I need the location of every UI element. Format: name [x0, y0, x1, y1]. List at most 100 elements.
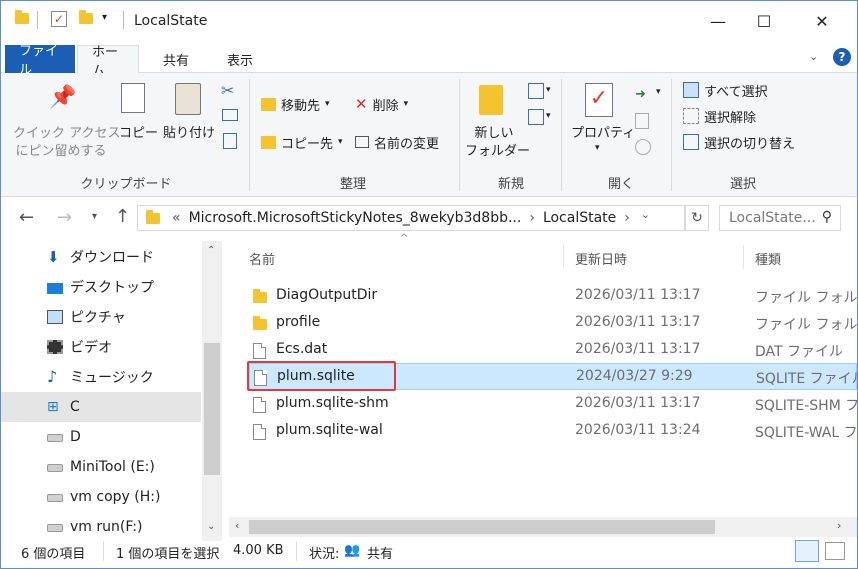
scroll-down-icon[interactable]: ⌄: [207, 521, 215, 532]
folder-icon: [15, 10, 29, 24]
nav-item-downloads[interactable]: ⬇ ダウンロード: [1, 242, 201, 272]
chevron-down-icon[interactable]: ▾: [546, 111, 551, 121]
recent-locations-icon[interactable]: ▾: [92, 211, 97, 222]
selection-count: 1 個の項目を選択: [116, 547, 220, 562]
back-icon[interactable]: ←: [19, 207, 34, 228]
nav-scrollbar[interactable]: ⌃ ⌄: [202, 241, 222, 541]
new-folder-label-1: 新しい: [474, 126, 514, 141]
minimize-button[interactable]: —: [695, 1, 741, 41]
nav-item-h-drive[interactable]: vm copy (H:): [1, 482, 201, 512]
tab-share[interactable]: 共有: [149, 45, 203, 73]
desktop-icon: [47, 283, 63, 294]
pictures-icon: [47, 310, 63, 324]
move-to-button[interactable]: 移動先 ▾: [261, 93, 330, 115]
scroll-left-icon[interactable]: ‹: [235, 519, 239, 532]
details-view-icon[interactable]: [795, 540, 819, 562]
help-icon[interactable]: ?: [833, 48, 851, 66]
paste-shortcut-icon[interactable]: [223, 133, 237, 149]
divider: [103, 541, 104, 561]
breadcrumb-segment[interactable]: LocalState: [543, 210, 616, 226]
properties-quick-icon[interactable]: ✓: [51, 11, 67, 27]
new-item-icon[interactable]: [528, 83, 544, 99]
copy-path-icon[interactable]: [222, 109, 238, 121]
tab-view[interactable]: 表示: [213, 45, 267, 73]
select-none-button[interactable]: 選択解除: [683, 105, 756, 127]
invert-selection-button[interactable]: 選択の切り替え: [683, 131, 795, 153]
history-icon[interactable]: [635, 139, 651, 155]
nav-item-videos[interactable]: ビデオ: [1, 332, 201, 362]
new-folder-button[interactable]: 新しい フォルダー: [465, 125, 531, 161]
column-header-type[interactable]: 種類: [755, 249, 781, 268]
properties-button[interactable]: プロパティ: [571, 125, 635, 143]
refresh-icon[interactable]: ↻: [685, 205, 709, 231]
select-all-button[interactable]: すべて選択: [683, 79, 768, 101]
sort-indicator-icon: ^: [400, 233, 409, 244]
tab-home[interactable]: ホーム: [77, 45, 139, 79]
ribbon-collapse-icon[interactable]: ⌄: [809, 50, 818, 63]
horizontal-scrollbar[interactable]: ‹ ›: [229, 517, 857, 537]
customize-quick-access-icon[interactable]: ▾: [102, 12, 107, 23]
column-divider[interactable]: [743, 245, 744, 269]
file-row[interactable]: Ecs.dat 2026/03/11 13:17 DAT ファイル: [249, 337, 857, 364]
up-icon[interactable]: ↑: [115, 206, 130, 227]
chevron-down-icon[interactable]: ▾: [546, 85, 551, 95]
tab-file[interactable]: ファイル: [5, 44, 75, 78]
nav-item-desktop[interactable]: デスクトップ: [1, 272, 201, 302]
invert-selection-icon: [683, 134, 699, 150]
chevron-down-icon[interactable]: ▾: [656, 87, 661, 97]
open-icon[interactable]: ➜: [635, 87, 646, 102]
cut-icon[interactable]: ✂: [221, 81, 234, 100]
chevron-right-icon[interactable]: ›: [529, 210, 535, 226]
invert-selection-label: 選択の切り替え: [704, 136, 796, 152]
column-divider[interactable]: [563, 245, 564, 269]
file-type: SQLITE-WAL ファ: [755, 425, 858, 441]
group-label-organize: 整理: [339, 177, 366, 192]
nav-item-pictures[interactable]: ピクチャ: [1, 302, 201, 332]
rename-button[interactable]: 名前の変更: [355, 131, 439, 153]
select-none-icon: [683, 108, 699, 124]
file-name: profile: [276, 314, 321, 330]
copy-to-icon: [261, 135, 276, 149]
large-icons-view-icon[interactable]: [825, 542, 845, 560]
scroll-right-icon[interactable]: ›: [837, 519, 841, 532]
file-row[interactable]: plum.sqlite-wal 2026/03/11 13:24 SQLITE-…: [249, 418, 857, 445]
copy-to-button[interactable]: コピー先 ▾: [261, 131, 343, 153]
scroll-up-icon[interactable]: ⌃: [207, 245, 215, 256]
file-row[interactable]: DiagOutputDir 2026/03/11 13:17 ファイル フォルダ…: [249, 283, 857, 310]
search-input[interactable]: LocalState... ⚲: [719, 205, 841, 231]
breadcrumb-overflow[interactable]: «: [172, 210, 181, 226]
scrollbar-thumb[interactable]: [204, 343, 220, 475]
scrollbar-thumb[interactable]: [249, 520, 715, 534]
forward-icon[interactable]: →: [57, 207, 72, 228]
nav-item-f-drive[interactable]: vm run(F:): [1, 512, 201, 542]
delete-icon: ✕: [355, 95, 368, 113]
nav-item-d-drive[interactable]: D: [1, 422, 201, 452]
file-row[interactable]: plum.sqlite-shm 2026/03/11 13:17 SQLITE-…: [249, 391, 857, 418]
address-bar[interactable]: « Microsoft.MicrosoftStickyNotes_8wekyb3…: [137, 205, 685, 231]
chevron-down-icon[interactable]: ▾: [595, 143, 600, 153]
file-row[interactable]: profile 2026/03/11 13:17 ファイル フォルダー: [249, 310, 857, 337]
column-header-name[interactable]: 名前: [249, 249, 275, 268]
nav-item-c-drive[interactable]: ⊞ C: [1, 392, 201, 422]
easy-access-icon[interactable]: [528, 109, 544, 125]
breadcrumb-segment[interactable]: Microsoft.MicrosoftStickyNotes_8wekyb3d8…: [189, 210, 522, 226]
chevron-right-icon[interactable]: ›: [624, 210, 630, 226]
copy-button[interactable]: コピー: [119, 125, 158, 143]
nav-item-e-drive[interactable]: MiniTool (E:): [1, 452, 201, 482]
file-date: 2026/03/11 13:24: [575, 422, 701, 438]
select-all-label: すべて選択: [704, 84, 768, 100]
select-none-label: 選択解除: [704, 110, 757, 126]
close-button[interactable]: ✕: [799, 1, 845, 41]
address-dropdown-icon[interactable]: ⌄: [641, 208, 650, 221]
paste-button[interactable]: 貼り付け: [163, 125, 215, 143]
file-type: SQLITE-SHM ファイル: [755, 398, 858, 414]
edit-icon[interactable]: [635, 113, 649, 129]
pin-quick-access-button[interactable]: クイック アクセス にピン留めする: [13, 125, 120, 161]
new-folder-label-2: フォルダー: [465, 144, 531, 159]
maximize-button[interactable]: ☐: [741, 1, 787, 41]
column-header-date[interactable]: 更新日時: [575, 249, 627, 268]
nav-item-label: vm copy (H:): [70, 489, 161, 505]
new-folder-quick-icon[interactable]: [79, 10, 93, 24]
nav-item-music[interactable]: ♪ ミュージック: [1, 362, 201, 392]
delete-button[interactable]: ✕ 削除 ▾: [355, 93, 408, 115]
